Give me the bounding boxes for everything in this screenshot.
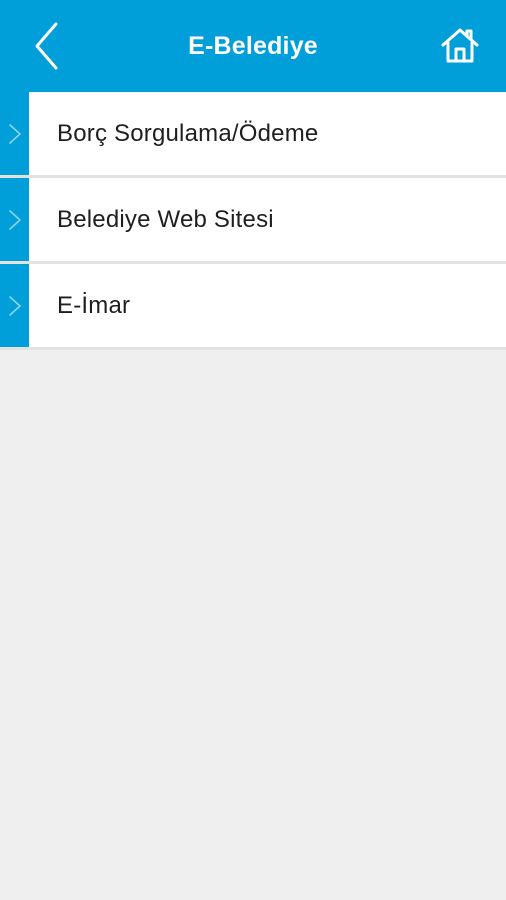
- menu-item-accent-bar: [0, 178, 29, 261]
- menu-item-e-imar[interactable]: E-İmar: [0, 264, 506, 350]
- menu-item-label: Borç Sorgulama/Ödeme: [57, 119, 319, 147]
- menu-item-borc-sorgulama-odeme[interactable]: Borç Sorgulama/Ödeme: [0, 92, 506, 178]
- menu-item-accent-bar: [0, 264, 29, 347]
- chevron-right-icon: [9, 124, 21, 144]
- back-button[interactable]: [20, 16, 74, 76]
- home-icon: [441, 28, 479, 63]
- menu-item-label: Belediye Web Sitesi: [57, 205, 274, 233]
- menu-item-accent-bar: [0, 92, 29, 175]
- chevron-left-icon: [35, 22, 58, 70]
- page-title: E-Belediye: [188, 31, 318, 60]
- e-belediye-menu: Borç Sorgulama/Ödeme Belediye Web Sitesi…: [0, 92, 506, 350]
- top-app-bar: E-Belediye: [0, 0, 506, 92]
- chevron-right-icon: [9, 296, 21, 316]
- menu-item-belediye-web-sitesi[interactable]: Belediye Web Sitesi: [0, 178, 506, 264]
- app-screen: E-Belediye Borç Sorgulama/Ödeme Belediye…: [0, 0, 506, 900]
- home-button[interactable]: [432, 18, 488, 74]
- menu-item-label: E-İmar: [57, 291, 131, 319]
- chevron-right-icon: [9, 210, 21, 230]
